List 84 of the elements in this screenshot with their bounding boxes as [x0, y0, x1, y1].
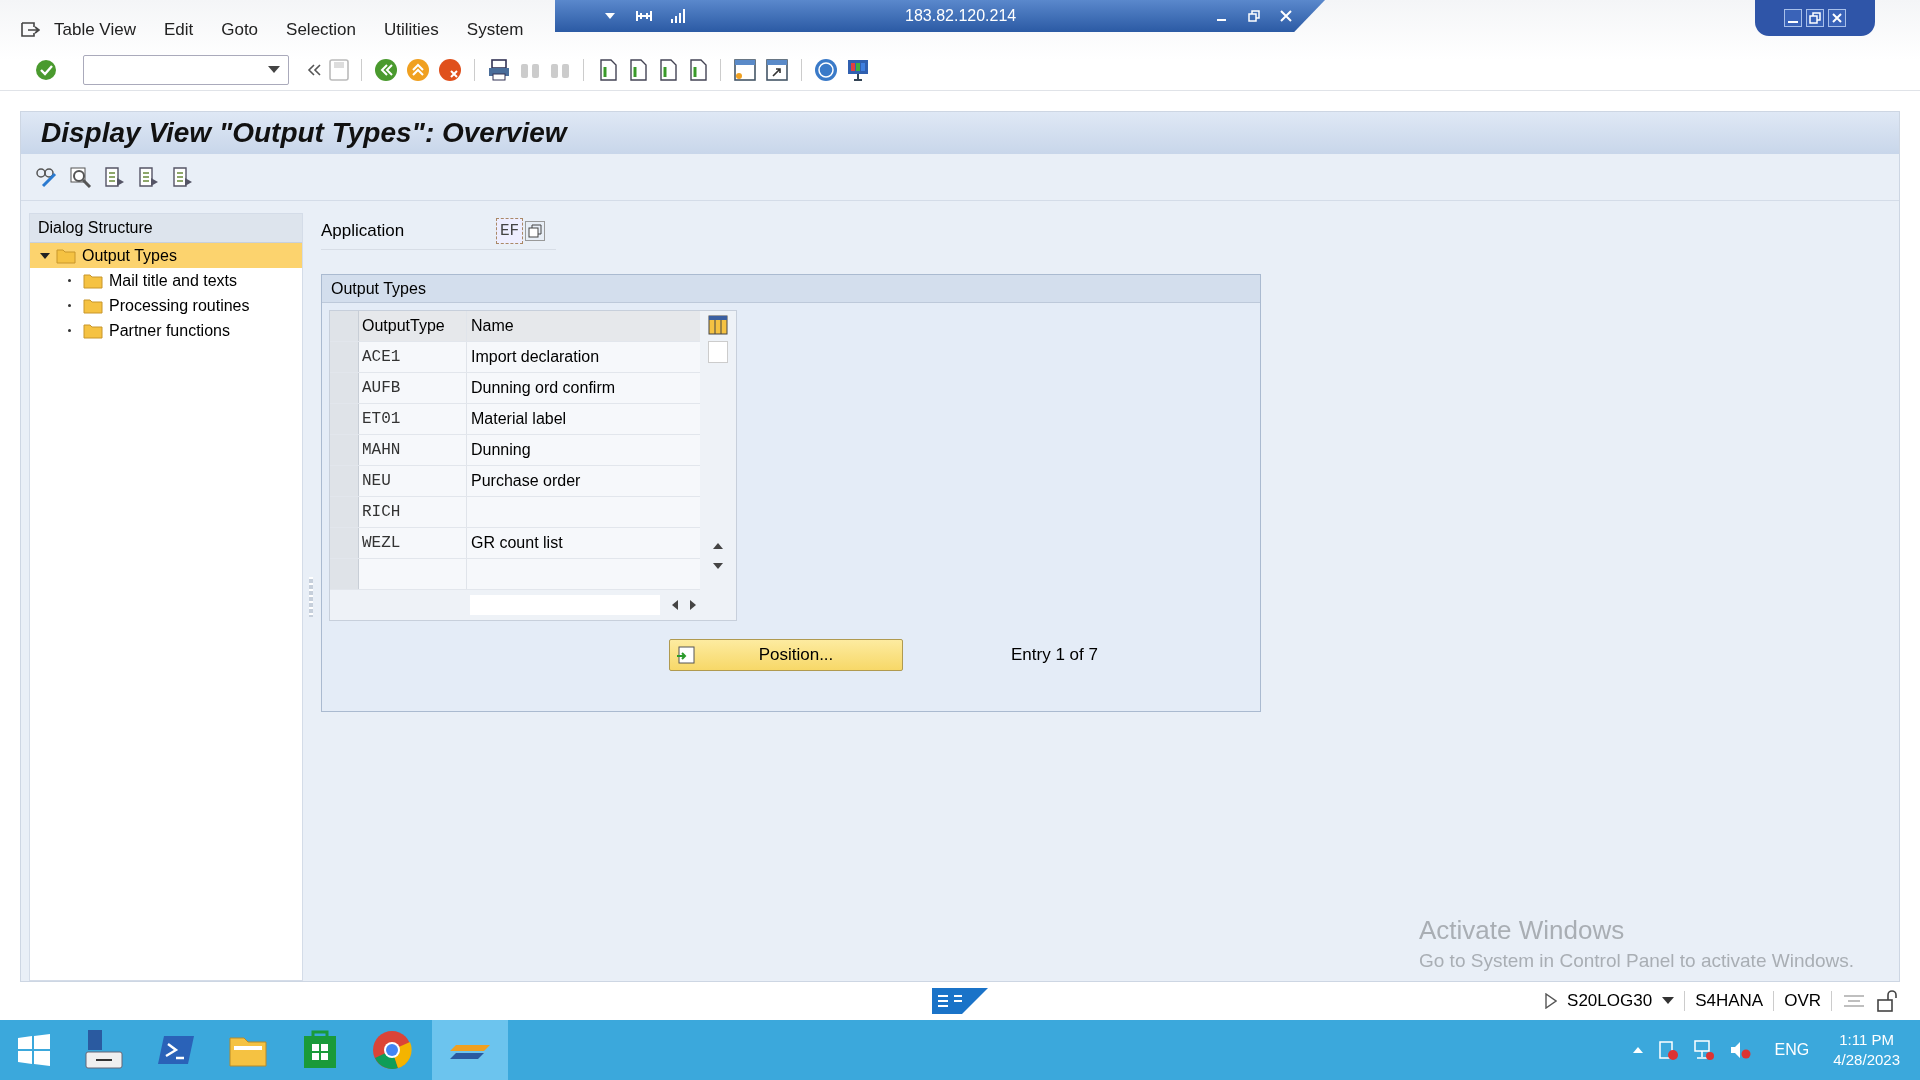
menu-item[interactable]: Selection [286, 20, 356, 40]
help-icon[interactable] [814, 58, 838, 82]
tree-item[interactable]: Processing routines [30, 293, 302, 318]
bullet-icon [68, 304, 71, 307]
new-window-icon[interactable] [733, 58, 757, 82]
bullet-icon [68, 329, 71, 332]
tree-item[interactable]: Output Types [30, 243, 302, 268]
close-icon[interactable] [1828, 9, 1846, 27]
tree-item[interactable]: Partner functions [30, 318, 302, 343]
folder-icon [83, 322, 103, 339]
activation-title: Activate Windows [1419, 915, 1626, 946]
table-cell: ET01 [359, 404, 467, 434]
network-icon[interactable] [1692, 1039, 1715, 1061]
connection-address: 183.82.120.214 [905, 7, 1017, 25]
table-cell: NEU [359, 466, 467, 496]
position-icon [676, 646, 696, 664]
table-cell: Dunning ord confirm [467, 373, 700, 403]
table-cell: ACE1 [359, 342, 467, 372]
server-icon[interactable] [82, 1028, 126, 1072]
column-settings-icon[interactable] [708, 315, 728, 335]
entry-counter: Entry 1 of 7 [1011, 645, 1098, 665]
menu-item[interactable]: Edit [163, 20, 194, 40]
scroll-up-icon[interactable] [713, 543, 723, 549]
position-button[interactable]: Position... [669, 639, 903, 671]
play-icon[interactable] [1545, 993, 1558, 1009]
screen-title: Display View "Output Types": Overview [41, 117, 567, 149]
print-icon[interactable] [487, 58, 511, 82]
menu-item[interactable]: System [466, 20, 524, 40]
table-cell: Import declaration [467, 342, 700, 372]
group-title: Output Types [331, 279, 426, 298]
menu-icon[interactable] [20, 21, 40, 39]
value-help-icon[interactable] [525, 221, 546, 241]
expand-icon[interactable] [40, 250, 50, 261]
cancel-icon[interactable] [438, 58, 462, 82]
folder-icon [56, 247, 76, 264]
table-cell: Material label [467, 404, 700, 434]
server-name: S4HANA [1695, 991, 1764, 1011]
shortcut-icon[interactable] [765, 58, 789, 82]
restore-icon[interactable] [1248, 10, 1261, 22]
scrollbar-thumb[interactable] [708, 341, 728, 363]
application-field[interactable]: EF [496, 218, 524, 244]
bullet-icon [68, 279, 71, 282]
show-hidden-icons[interactable] [1632, 1047, 1643, 1053]
minimize-icon[interactable] [1784, 9, 1802, 27]
pin-icon[interactable] [635, 9, 653, 23]
glasses-pencil-icon[interactable] [35, 166, 59, 188]
panel-title: Dialog Structure [38, 219, 153, 237]
activation-text: Go to System in Control Panel to activate Windows. [1419, 950, 1855, 972]
lock-icon[interactable] [1876, 990, 1898, 1012]
input-mode: OVR [1784, 991, 1821, 1011]
table-cell: AUFB [359, 373, 467, 403]
select-all-cell[interactable] [330, 311, 359, 341]
zoom-icon[interactable] [69, 166, 93, 188]
field-label: Application [321, 221, 406, 241]
system-name[interactable]: S20LOG30 [1567, 991, 1653, 1011]
menu-item[interactable]: Table View [54, 20, 136, 40]
column-header[interactable]: OutputType [359, 311, 467, 341]
collapse-icon[interactable] [307, 64, 321, 76]
restore-icon[interactable] [1806, 9, 1824, 27]
caret-icon[interactable] [1662, 997, 1675, 1005]
folder-icon [83, 297, 103, 314]
table-cell: Dunning [467, 435, 700, 465]
monitor-icon[interactable] [846, 58, 870, 82]
sap-logo [932, 988, 988, 1014]
caret-icon[interactable] [268, 66, 280, 74]
scroll-right-icon[interactable] [690, 600, 696, 610]
back-icon[interactable] [374, 58, 398, 82]
table-cell: GR count list [467, 528, 700, 558]
menu-item[interactable]: Goto [221, 20, 259, 40]
table-cell: WEZL [359, 528, 467, 558]
folder-icon [83, 272, 103, 289]
browser-icon[interactable] [370, 1028, 414, 1072]
tree-item[interactable]: Mail title and texts [30, 268, 302, 293]
table-cell: Purchase order [467, 466, 700, 496]
taskbar-app-button[interactable] [432, 1020, 508, 1080]
table-cell: RICH [359, 497, 467, 527]
menu-item[interactable]: Utilities [384, 20, 439, 40]
scroll-down-icon[interactable] [713, 563, 723, 569]
splitter-handle[interactable] [309, 577, 313, 617]
signal-icon [671, 9, 685, 23]
table-cell: MAHN [359, 435, 467, 465]
command-field[interactable] [83, 55, 289, 85]
scroll-left-icon[interactable] [672, 600, 678, 610]
check-icon[interactable] [35, 59, 57, 81]
